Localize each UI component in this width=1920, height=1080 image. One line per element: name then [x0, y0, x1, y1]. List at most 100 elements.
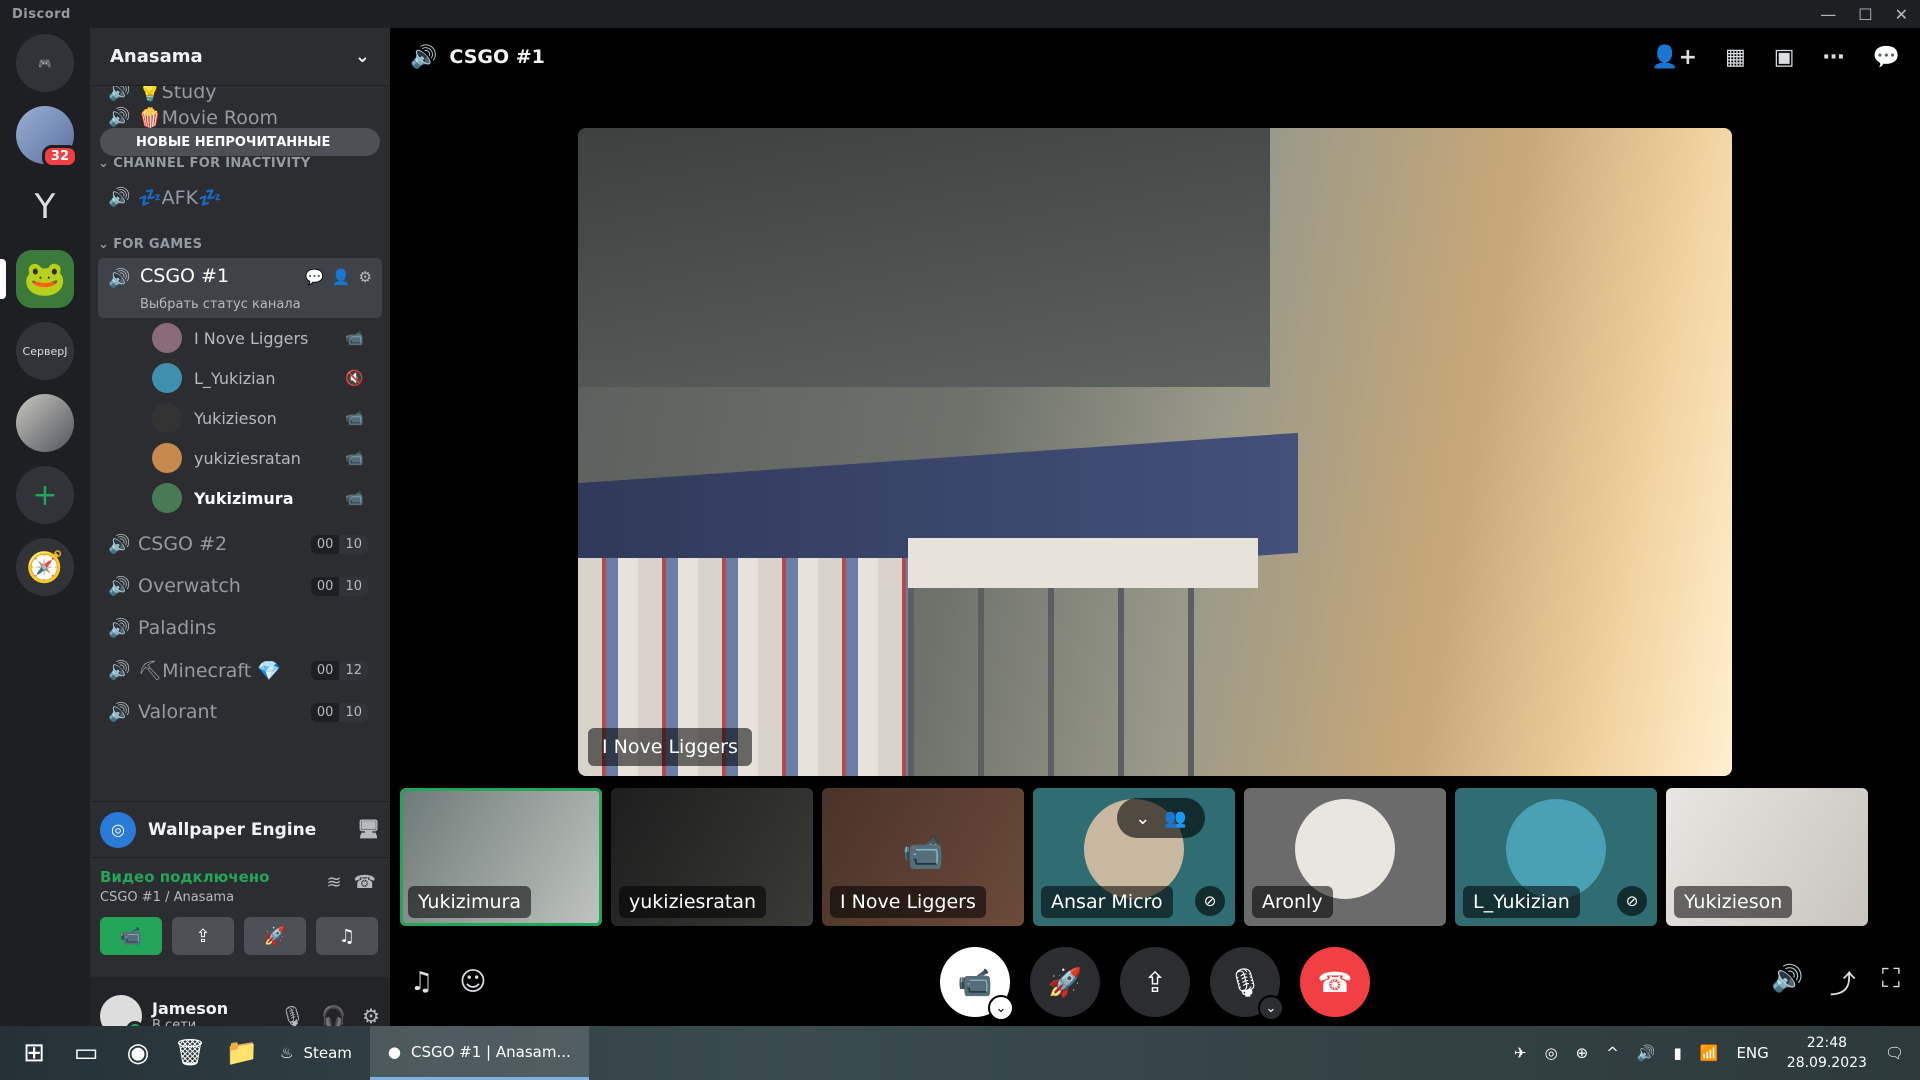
participant-tile[interactable]: Yukizieson: [1666, 788, 1868, 926]
taskbar-discord[interactable]: ● CSGO #1 | Anasam...: [369, 1026, 589, 1080]
channel-paladins[interactable]: 🔊 Paladins: [98, 608, 382, 648]
chevron-down-icon: ⌄: [98, 156, 110, 171]
channel-study[interactable]: 🔊 💡Study: [98, 86, 382, 104]
channel-label: Valorant: [138, 701, 218, 723]
maximize-button[interactable]: ☐: [1858, 5, 1872, 24]
wifi-icon[interactable]: 📶: [1700, 1044, 1719, 1062]
more-options-icon[interactable]: ⋯: [1823, 45, 1845, 70]
language-indicator[interactable]: ENG: [1736, 1044, 1768, 1062]
chevron-down-icon[interactable]: ⌄: [988, 995, 1014, 1021]
server-icon-2[interactable]: Y: [16, 178, 74, 236]
popout-icon[interactable]: ⤴: [1830, 964, 1856, 1001]
emoji-icon[interactable]: ☺: [459, 967, 486, 997]
microphone-icon[interactable]: 🎙: [280, 1004, 305, 1028]
tile-controls[interactable]: ⌄ 👥: [1117, 798, 1205, 838]
voice-member[interactable]: Yukizimura 📹: [98, 478, 382, 518]
channel-csgo-2[interactable]: 🔊 CSGO #2 00 10: [98, 524, 382, 564]
battery-icon[interactable]: ▮: [1674, 1044, 1682, 1062]
voice-status-panel: Видео подключено CSGO #1 / Anasama ≋ ☎ 📹 …: [90, 857, 390, 977]
participant-tile[interactable]: Aronly: [1244, 788, 1446, 926]
taskbar-steam[interactable]: ♨ Steam: [262, 1026, 370, 1080]
whatsapp-icon[interactable]: ◎: [1545, 1044, 1558, 1062]
channel-valorant[interactable]: 🔊 Valorant 00 10: [98, 692, 382, 732]
speaker-icon: 🔊: [108, 186, 131, 208]
server-icon-1[interactable]: 32: [16, 106, 78, 168]
channel-minecraft[interactable]: 🔊 ⛏Minecraft 💎 00 12: [98, 650, 382, 690]
chevron-down-icon[interactable]: ⌄: [1135, 808, 1150, 829]
chrome-icon[interactable]: ◉: [118, 1033, 158, 1073]
minimize-button[interactable]: —: [1820, 5, 1836, 24]
channel-overwatch[interactable]: 🔊 Overwatch 00 10: [98, 566, 382, 606]
soundboard-icon[interactable]: ♫: [410, 967, 433, 997]
discord-icon: ●: [387, 1042, 401, 1061]
focused-video[interactable]: I Nove Liggers: [578, 128, 1732, 776]
chat-icon[interactable]: 💬: [305, 268, 324, 286]
file-explorer-icon[interactable]: 📁: [222, 1033, 262, 1073]
server-icon-3[interactable]: 🐸: [0, 250, 74, 308]
notification-icon[interactable]: 🗨: [1885, 1044, 1904, 1062]
clock[interactable]: 22:48 28.09.2023: [1787, 1033, 1867, 1073]
channel-movie-room[interactable]: 🔊 🍿Movie Room: [98, 104, 382, 130]
participant-tile[interactable]: ⌄ 👥 Ansar Micro ⊘: [1033, 788, 1235, 926]
noise-suppression-icon[interactable]: ≋: [326, 872, 341, 893]
server-icon-5[interactable]: [16, 394, 74, 452]
participant-tile[interactable]: 📹 I Nove Liggers: [822, 788, 1024, 926]
participant-tile[interactable]: yukiziesratan: [611, 788, 813, 926]
new-unreads-pill[interactable]: НОВЫЕ НЕПРОЧИТАННЫЕ: [100, 128, 380, 156]
server-header[interactable]: Anasama ⌄: [90, 28, 390, 86]
category-games[interactable]: ⌄ FOR GAMES: [98, 217, 382, 258]
volume-icon[interactable]: 🔊: [1637, 1044, 1656, 1062]
settings-gear-icon[interactable]: ⚙: [359, 268, 372, 286]
participant-tile[interactable]: Yukizimura: [400, 788, 602, 926]
voice-member[interactable]: L_Yukizian 🔇: [98, 358, 382, 398]
share-screen-button[interactable]: ⇪: [1120, 947, 1190, 1017]
microphone-button[interactable]: 🎙 ⌄: [1210, 947, 1284, 1021]
explore-servers-button[interactable]: 🧭: [16, 538, 74, 596]
activity-rocket-button[interactable]: 🚀: [244, 917, 306, 955]
stream-screen-icon[interactable]: 🖥: [357, 819, 380, 840]
home-button[interactable]: 🎮: [16, 34, 74, 92]
voice-member[interactable]: yukiziesratan 📹: [98, 438, 382, 478]
telegram-icon[interactable]: ✈: [1514, 1044, 1527, 1062]
server-icon-4[interactable]: СерверJ: [16, 322, 74, 380]
user-settings-gear-icon[interactable]: ⚙: [362, 1004, 380, 1028]
channel-label: 🍿Movie Room: [138, 106, 279, 129]
soundboard-button[interactable]: ♫: [316, 917, 378, 955]
invite-user-icon[interactable]: 👤+: [1651, 45, 1697, 70]
fullscreen-icon[interactable]: ⛶: [1882, 964, 1900, 1001]
camera-button[interactable]: 📹: [100, 917, 162, 955]
channel-afk[interactable]: 🔊 💤AFK💤: [98, 177, 382, 217]
chevron-up-icon[interactable]: ^: [1606, 1044, 1619, 1062]
users-icon[interactable]: 👥: [1164, 808, 1186, 829]
close-window-button[interactable]: ✕: [1895, 5, 1908, 24]
invite-icon[interactable]: 👤: [332, 268, 351, 286]
camera-toggle-button[interactable]: 📹 ⌄: [940, 947, 1014, 1021]
headphones-icon[interactable]: 🎧: [321, 1004, 346, 1028]
grid-layout-icon[interactable]: ▦: [1725, 45, 1746, 70]
teams-icon[interactable]: ⊕: [1576, 1044, 1589, 1062]
member-name: I Nove Liggers: [194, 328, 309, 348]
participant-name: I Nove Liggers: [830, 886, 986, 918]
desktop-icon[interactable]: ▭: [66, 1033, 106, 1073]
task-label: CSGO #1 | Anasam...: [410, 1042, 571, 1061]
chevron-down-icon[interactable]: ⌄: [1258, 995, 1284, 1021]
participant-tile[interactable]: L_Yukizian ⊘: [1455, 788, 1657, 926]
channel-status-link[interactable]: Выбрать статус канала: [140, 297, 301, 312]
disconnect-button[interactable]: ☎: [1300, 947, 1370, 1017]
channel-csgo-1[interactable]: 🔊 CSGO #1 Выбрать статус канала 💬 👤 ⚙: [98, 258, 382, 318]
voice-member[interactable]: Yukizieson 📹: [98, 398, 382, 438]
add-server-button[interactable]: +: [16, 466, 74, 524]
volume-icon[interactable]: 🔊: [1771, 964, 1803, 1001]
share-screen-button[interactable]: ⇪: [172, 917, 234, 955]
microphone-icon: 🎙: [1227, 965, 1263, 999]
popout-icon[interactable]: ▣: [1774, 45, 1795, 70]
video-name-label: I Nove Liggers: [588, 728, 752, 766]
activities-button[interactable]: 🚀: [1030, 947, 1100, 1017]
disconnect-icon[interactable]: ☎: [354, 872, 376, 893]
windows-start-icon[interactable]: ⊞: [14, 1033, 54, 1073]
voice-member[interactable]: I Nove Liggers 📹: [98, 318, 382, 358]
mention-badge: 32: [41, 145, 78, 168]
recycle-bin-icon[interactable]: 🗑: [170, 1033, 210, 1073]
chat-toggle-icon[interactable]: 💬: [1873, 45, 1900, 70]
server-2-label: Y: [34, 187, 56, 227]
